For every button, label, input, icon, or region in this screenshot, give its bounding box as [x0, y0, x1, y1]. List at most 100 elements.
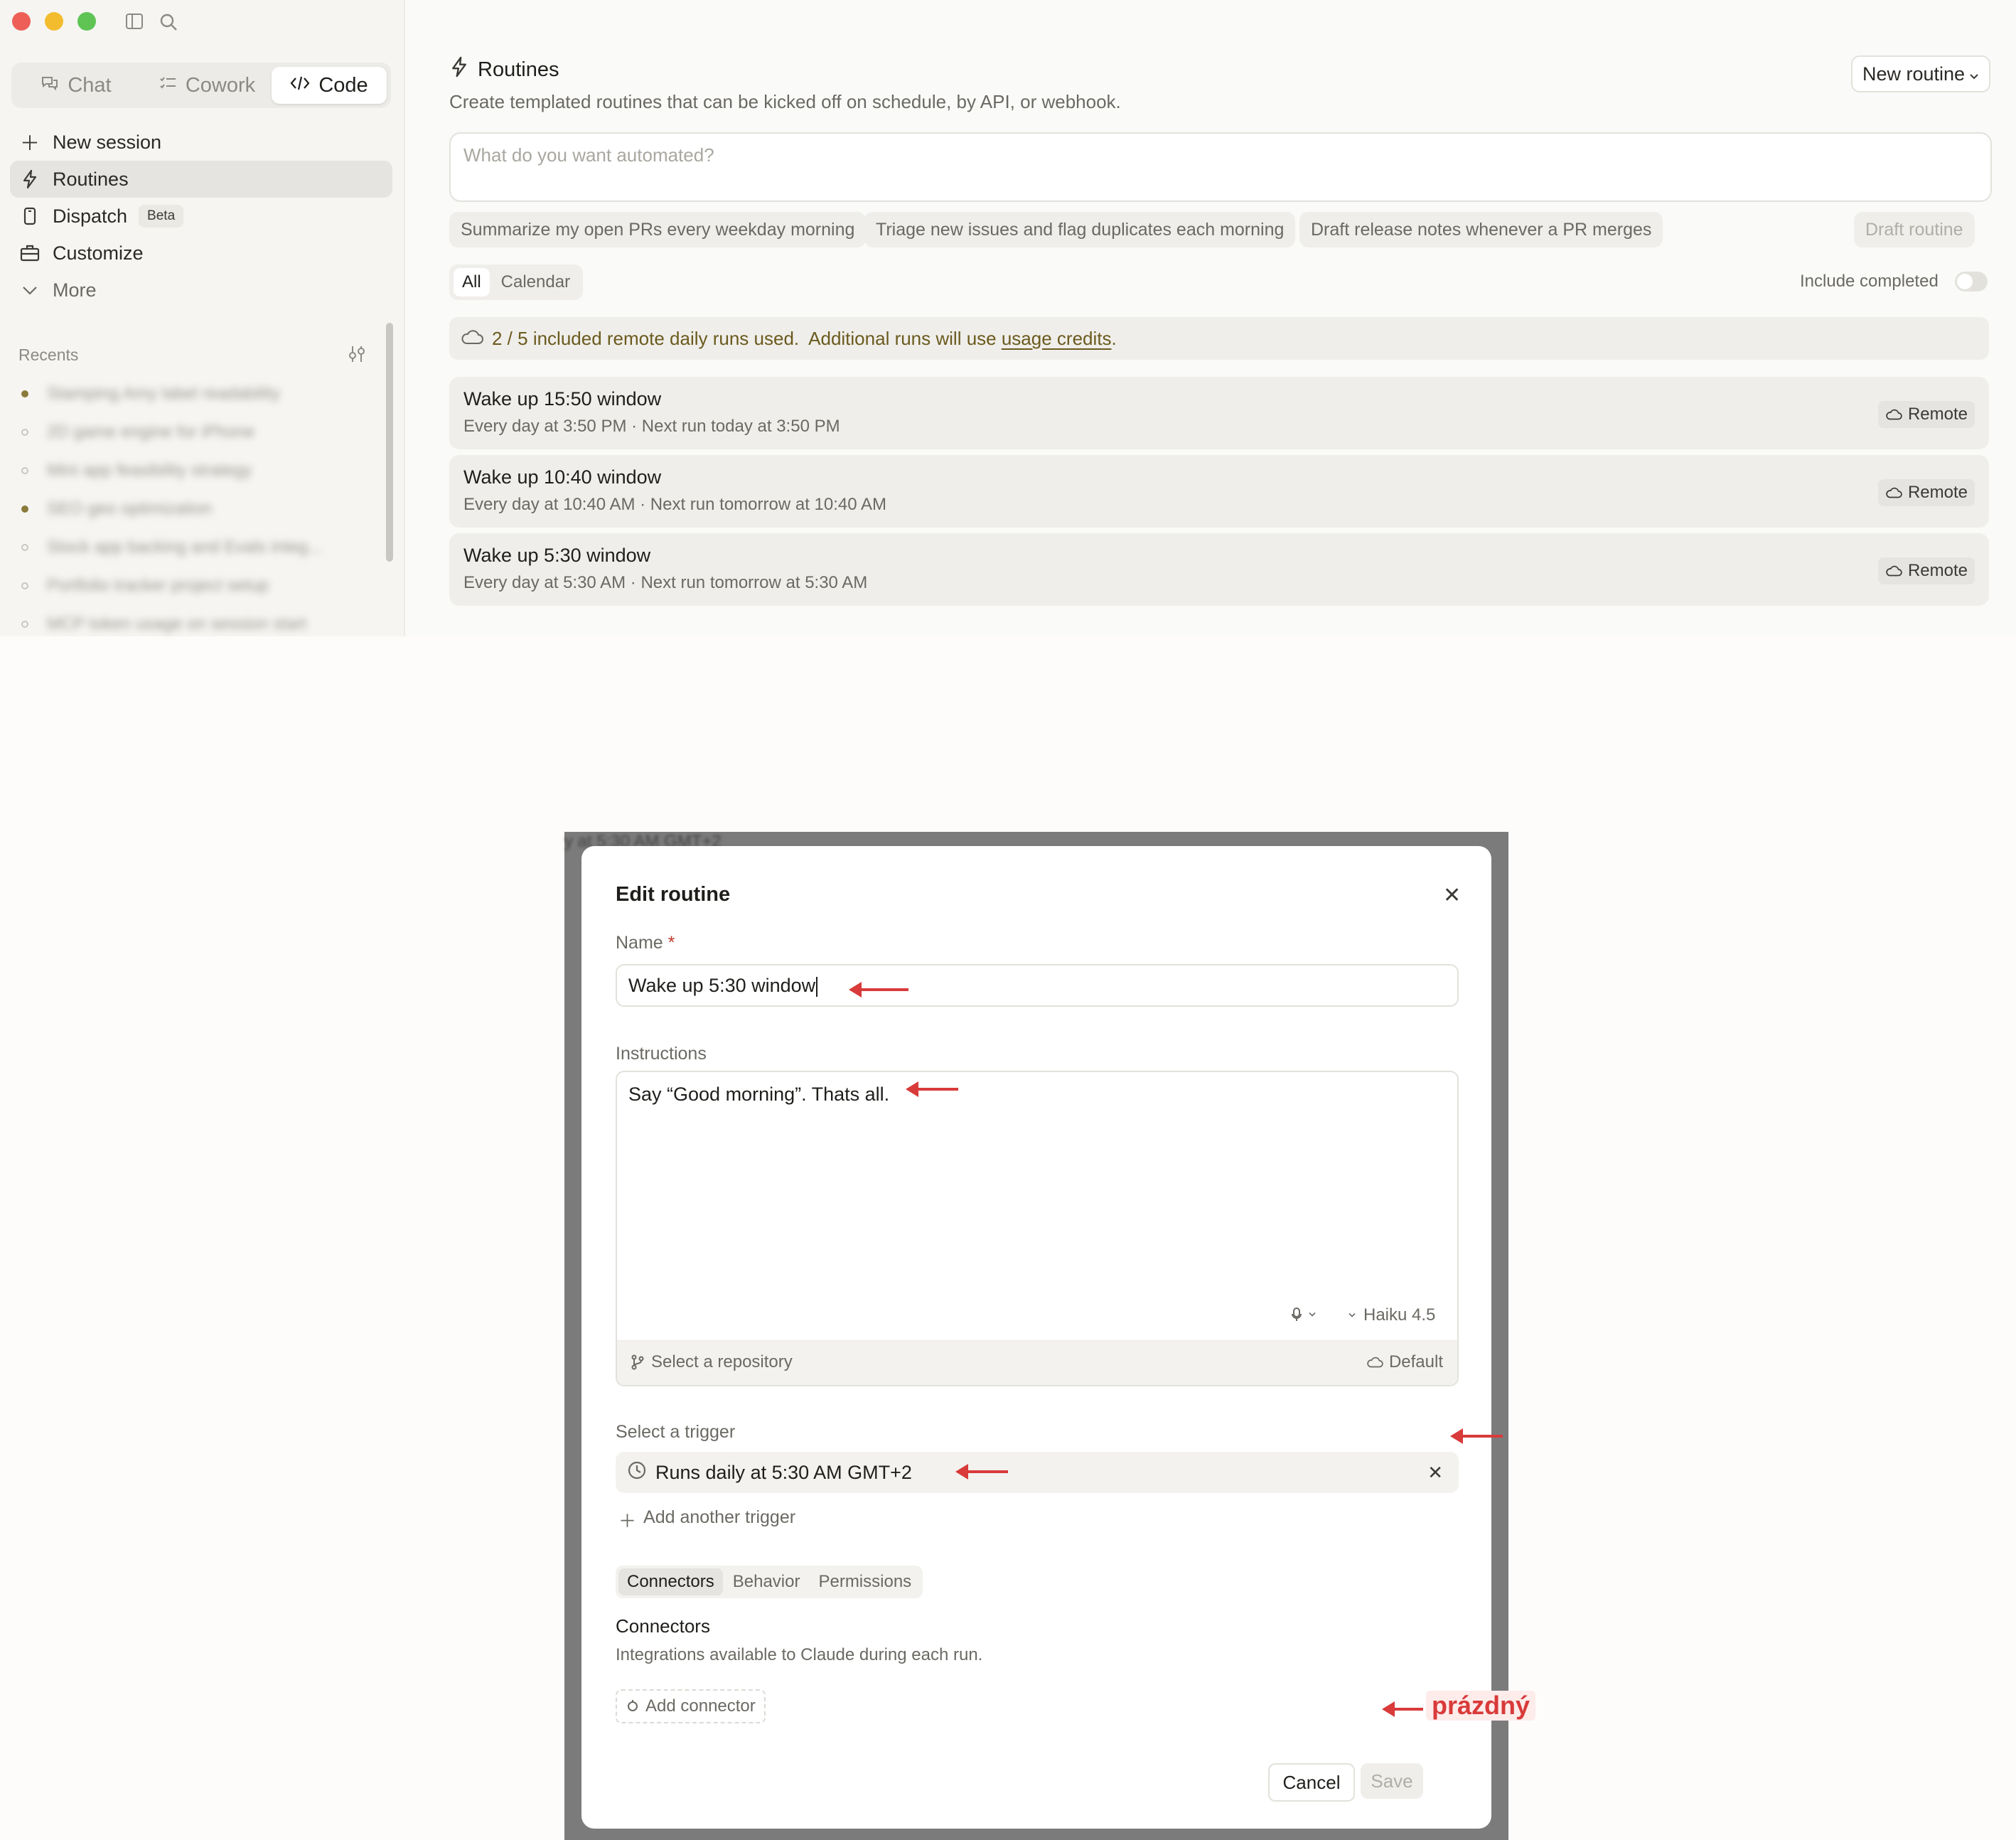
save-button[interactable]: Save [1361, 1763, 1423, 1799]
tab-all[interactable]: All [454, 268, 490, 296]
filter-icon[interactable] [347, 344, 367, 368]
sidebar-scrollbar[interactable] [386, 323, 393, 562]
tab-calendar[interactable]: Calendar [493, 268, 579, 296]
list-item[interactable]: Stock app backing and Evals integ... [21, 533, 322, 562]
include-completed-toggle[interactable] [1955, 272, 1988, 291]
sidebar-item-routines[interactable]: Routines [10, 161, 392, 198]
checklist-icon [159, 74, 177, 97]
tab-cowork-label: Cowork [185, 73, 256, 97]
page-title-text: Routines [478, 58, 559, 81]
chevron-down-icon [14, 284, 45, 296]
close-icon[interactable]: ✕ [1443, 883, 1461, 908]
plus-icon: ＋ [19, 132, 40, 154]
list-item[interactable]: 2D game engine for iPhone [21, 418, 254, 446]
routine-schedule: Every day at 5:30 AM · Next run tomorrow… [463, 573, 868, 592]
new-routine-button[interactable]: New routine [1851, 55, 1990, 92]
annotation-label: prázdný [1426, 1691, 1536, 1721]
chevron-down-icon [1309, 1312, 1316, 1317]
routine-name: Wake up 15:50 window [463, 388, 662, 410]
tab-behavior[interactable]: Behavior [724, 1568, 809, 1595]
remote-badge: Remote [1877, 557, 1975, 584]
routine-card[interactable]: Wake up 15:50 window Every day at 3:50 P… [449, 377, 1989, 449]
tab-chat[interactable]: Chat [16, 67, 136, 104]
routine-card[interactable]: Wake up 5:30 window Every day at 5:30 AM… [449, 533, 1989, 606]
window-zoom-button[interactable] [77, 12, 96, 31]
trigger-value: Runs daily at 5:30 AM GMT+2 [655, 1461, 912, 1483]
lightning-icon [14, 169, 45, 189]
annotation-arrow [1450, 1428, 1503, 1444]
chevron-down-icon [1969, 63, 1979, 85]
sidebar-item-dispatch[interactable]: Dispatch Beta [10, 198, 392, 235]
name-field-value: Wake up 5:30 window [628, 975, 818, 997]
phone-icon [14, 206, 45, 226]
annotation-arrow [955, 1464, 1008, 1480]
usage-notice: 2 / 5 included remote daily runs used. A… [449, 317, 1989, 360]
search-icon[interactable] [159, 13, 178, 35]
list-item[interactable]: SEO geo optimization [21, 495, 212, 523]
modal-overlay: y at 5:30 AM GMT+2 Edit routine ✕ Name *… [564, 832, 1536, 1840]
instructions-field[interactable]: Say “Good morning”. Thats all. Haiku 4.5… [616, 1071, 1459, 1386]
environment-label: Default [1388, 1352, 1443, 1371]
sidebar-item-new-session[interactable]: ＋ New session [10, 124, 392, 161]
list-item[interactable]: Portfolio tracker project setup [21, 572, 269, 600]
select-repository-label: Select a repository [651, 1352, 793, 1371]
usage-credits-link[interactable]: usage credits [1002, 328, 1112, 350]
connector-icon [628, 1700, 638, 1711]
beta-badge: Beta [139, 205, 184, 228]
tab-cowork[interactable]: Cowork [139, 67, 274, 104]
automation-prompt-input[interactable] [462, 144, 1816, 167]
suggestion-chip[interactable]: Draft release notes whenever a PR merges [1299, 212, 1663, 247]
cloud-icon [1886, 409, 1902, 420]
environment-selector[interactable]: Default [1366, 1352, 1443, 1372]
window-close-button[interactable] [12, 12, 31, 31]
tab-code[interactable]: Code [272, 67, 387, 104]
name-field[interactable]: Wake up 5:30 window [616, 964, 1459, 1007]
git-branch-icon [631, 1354, 644, 1370]
remote-badge-label: Remote [1907, 483, 1968, 502]
page-title: Routines [451, 55, 559, 84]
remote-badge: Remote [1877, 401, 1975, 428]
sidebar-item-customize[interactable]: Customize [10, 235, 392, 272]
model-selector[interactable]: Haiku 4.5 [1348, 1305, 1435, 1325]
usage-notice-suffix: . [1111, 327, 1117, 349]
tab-connectors[interactable]: Connectors [618, 1568, 723, 1595]
include-completed-label: Include completed [1800, 272, 1939, 291]
connectors-description: Integrations available to Claude during … [616, 1645, 983, 1664]
model-label: Haiku 4.5 [1363, 1305, 1436, 1325]
select-repository-button[interactable]: Select a repository [631, 1352, 793, 1372]
annotation-arrow [849, 982, 908, 997]
sidebar-item-more[interactable]: More [10, 272, 392, 309]
tab-permissions[interactable]: Permissions [810, 1568, 920, 1595]
list-item[interactable]: Mini app feasibility strategy [21, 456, 252, 485]
microphone-button[interactable] [1291, 1307, 1317, 1322]
suggestion-chip[interactable]: Summarize my open PRs every weekday morn… [449, 212, 867, 247]
tab-chat-label: Chat [68, 73, 112, 97]
annotation-arrow [906, 1081, 958, 1097]
add-connector-button[interactable]: Add connector [616, 1689, 766, 1723]
window-minimize-button[interactable] [45, 12, 63, 31]
page-subtitle: Create templated routines that can be ki… [449, 91, 1121, 112]
trigger-chip[interactable]: Runs daily at 5:30 AM GMT+2 ✕ [616, 1452, 1459, 1493]
sidebar-toggle-icon[interactable] [125, 13, 144, 33]
list-item[interactable]: MCP token usage on session start [21, 610, 306, 638]
mode-switcher: Chat Cowork Code [11, 63, 391, 108]
sidebar-item-label: Customize [53, 242, 144, 264]
tab-code-label: Code [318, 73, 368, 97]
remote-badge-label: Remote [1907, 561, 1968, 580]
microphone-icon [1292, 1307, 1302, 1321]
chevron-down-icon [1349, 1313, 1356, 1317]
instructions-footer: Select a repository Default [617, 1340, 1457, 1385]
suggestion-chip[interactable]: Triage new issues and flag duplicates ea… [864, 212, 1296, 247]
cancel-button[interactable]: Cancel [1268, 1763, 1355, 1802]
routine-card[interactable]: Wake up 10:40 window Every day at 10:40 … [449, 455, 1989, 528]
code-brackets-icon [290, 74, 310, 97]
text-caret [816, 976, 818, 997]
remote-badge-label: Remote [1907, 405, 1968, 424]
list-item[interactable]: Stamping Amy label readability [21, 380, 280, 408]
cloud-icon [1367, 1357, 1383, 1368]
add-trigger-button[interactable]: ＋ Add another trigger [618, 1507, 795, 1533]
trigger-label: Select a trigger [616, 1422, 736, 1442]
remove-trigger-icon[interactable]: ✕ [1427, 1462, 1443, 1484]
cloud-icon [1886, 487, 1902, 498]
draft-routine-button[interactable]: Draft routine [1854, 212, 1975, 247]
